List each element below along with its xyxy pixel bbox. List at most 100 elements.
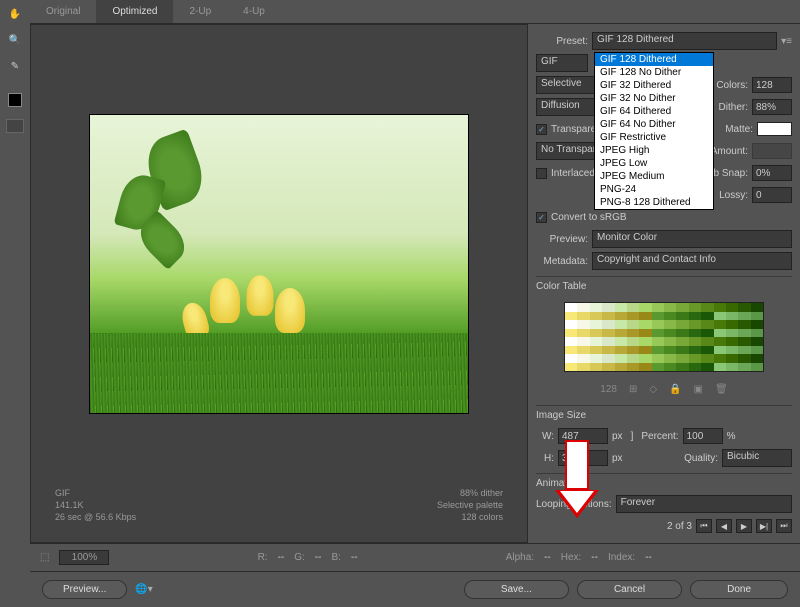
preset-option[interactable]: GIF 64 Dithered [595, 105, 713, 118]
preview-area: GIF 141.1K 26 sec @ 56.6 Kbps 88% dither… [30, 24, 528, 543]
loop-select[interactable]: Forever [616, 495, 792, 513]
srgb-label: Convert to sRGB [551, 212, 627, 223]
eyedropper-tool-icon[interactable]: ✎ [6, 57, 24, 75]
info-palette: Selective palette [437, 500, 503, 510]
alpha-label: Alpha: [506, 552, 534, 563]
preset-select[interactable]: GIF 128 Dithered [592, 32, 777, 50]
preset-option[interactable]: JPEG Low [595, 157, 713, 170]
g-label: G: [294, 552, 305, 563]
view-tabs: Original Optimized 2-Up 4-Up [30, 0, 800, 24]
colors-label: Colors: [716, 80, 748, 91]
colors-input[interactable] [752, 77, 792, 93]
ct-trash-icon[interactable]: 🗑 [715, 384, 728, 395]
ct-new-icon[interactable]: ▣ [694, 384, 703, 395]
preset-option[interactable]: PNG-8 128 Dithered [595, 196, 713, 209]
settings-panel: Preset: GIF 128 Dithered ▾≡ GIF 128 Dith… [528, 24, 800, 543]
info-format: GIF [55, 488, 136, 498]
button-bar: Preview... 🌐▾ Save... Cancel Done [30, 571, 800, 607]
ct-map-icon[interactable]: ◇ [649, 384, 657, 395]
preset-option[interactable]: GIF 32 No Dither [595, 92, 713, 105]
transparency-checkbox[interactable]: ✓ [536, 124, 547, 135]
hand-icon[interactable]: ⬚ [40, 552, 49, 563]
cancel-button[interactable]: Cancel [577, 580, 682, 599]
tab-original[interactable]: Original [30, 0, 96, 23]
height-input[interactable] [558, 450, 608, 466]
format-select[interactable]: GIF [536, 54, 588, 72]
preset-option[interactable]: GIF 128 Dithered [595, 53, 713, 66]
left-toolbar: ✋ 🔍 ✎ [0, 0, 30, 542]
index-label: Index: [608, 552, 635, 563]
animation-title: Animation [536, 473, 792, 491]
lossy-label: Lossy: [719, 190, 748, 201]
tab-optimized[interactable]: Optimized [96, 0, 173, 23]
tab-2up[interactable]: 2-Up [173, 0, 227, 23]
tab-4up[interactable]: 4-Up [227, 0, 281, 23]
metadata-select[interactable]: Copyright and Contact Info [592, 252, 792, 270]
preset-label: Preset: [536, 36, 588, 47]
frame-info: 2 of 3 [667, 521, 692, 532]
image-size-title: Image Size [536, 405, 792, 423]
srgb-checkbox[interactable]: ✓ [536, 212, 547, 223]
preset-option[interactable]: JPEG Medium [595, 170, 713, 183]
px-label2: px [612, 453, 623, 464]
hex-label: Hex: [561, 552, 582, 563]
w-label: W: [536, 431, 554, 442]
color-count: 128 [600, 384, 617, 395]
r-label: R: [258, 552, 268, 563]
preview-label: Preview: [536, 234, 588, 245]
ct-lock2-icon[interactable]: 🔒 [669, 384, 681, 395]
ct-lock-icon[interactable]: ⊞ [629, 384, 637, 395]
anim-next-icon[interactable]: ▶| [756, 519, 772, 533]
color-table-grid[interactable] [564, 302, 764, 372]
h-label: H: [536, 453, 554, 464]
zoom-tool-icon[interactable]: 🔍 [6, 31, 24, 49]
browser-icon[interactable]: 🌐▾ [135, 584, 152, 595]
dither-label: Dither: [719, 102, 748, 113]
foreground-swatch[interactable] [8, 93, 22, 107]
preset-dropdown: GIF 128 Dithered GIF 128 No Dither GIF 3… [594, 52, 714, 210]
image-preview[interactable] [89, 114, 469, 414]
percent-unit: % [727, 431, 736, 442]
anim-prev-icon[interactable]: ◀ [716, 519, 732, 533]
preset-option[interactable]: GIF 64 No Dither [595, 118, 713, 131]
preview-button[interactable]: Preview... [42, 580, 127, 599]
dither-input[interactable] [752, 99, 792, 115]
websnap-input[interactable] [752, 165, 792, 181]
preset-option[interactable]: GIF 32 Dithered [595, 79, 713, 92]
preset-menu-icon[interactable]: ▾≡ [781, 36, 792, 47]
width-input[interactable] [558, 428, 608, 444]
quality-select[interactable]: Bicubic [722, 449, 792, 467]
amount-label: Amount: [711, 146, 748, 157]
preset-option[interactable]: JPEG High [595, 144, 713, 157]
anim-last-icon[interactable]: ⏭ [776, 519, 792, 533]
link-icon[interactable]: ] [631, 431, 634, 442]
done-button[interactable]: Done [690, 580, 788, 599]
zoom-input[interactable]: 100% [59, 550, 109, 565]
preset-option[interactable]: GIF 128 No Dither [595, 66, 713, 79]
loop-label: Looping Options: [536, 499, 612, 510]
info-colors: 128 colors [437, 512, 503, 522]
percent-label: Percent: [641, 431, 678, 442]
hand-tool-icon[interactable]: ✋ [6, 5, 24, 23]
anim-first-icon[interactable]: ⏮ [696, 519, 712, 533]
matte-swatch[interactable] [757, 122, 792, 136]
info-size: 141.1K [55, 500, 136, 510]
save-button[interactable]: Save... [464, 580, 569, 599]
interlaced-label: Interlaced [551, 168, 595, 179]
quality-label: Quality: [684, 453, 718, 464]
interlaced-checkbox[interactable] [536, 168, 547, 179]
background-swatch[interactable] [6, 119, 24, 133]
b-label: B: [331, 552, 340, 563]
matte-label: Matte: [725, 124, 753, 135]
anim-play-icon[interactable]: ▶ [736, 519, 752, 533]
info-dither: 88% dither [437, 488, 503, 498]
preview-select[interactable]: Monitor Color [592, 230, 792, 248]
preset-option[interactable]: PNG-24 [595, 183, 713, 196]
color-table-title: Color Table [536, 276, 792, 294]
status-bar: ⬚ 100% R:-- G:-- B:-- Alpha:-- Hex:-- In… [30, 543, 800, 571]
percent-input[interactable] [683, 428, 723, 444]
lossy-input[interactable] [752, 187, 792, 203]
amount-input[interactable] [752, 143, 792, 159]
preset-option[interactable]: GIF Restrictive [595, 131, 713, 144]
px-label: px [612, 431, 623, 442]
